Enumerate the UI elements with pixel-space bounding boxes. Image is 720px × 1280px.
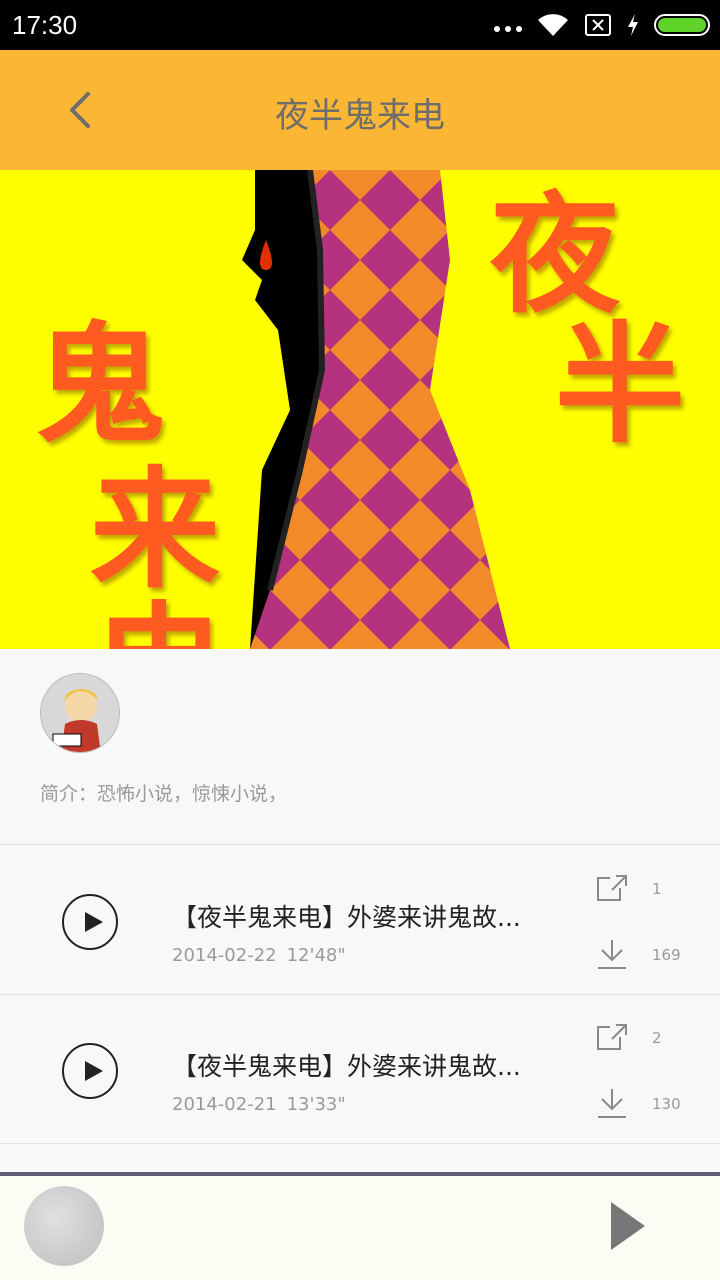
battery-icon [654,14,710,36]
cover-title-char: 来 [90,453,221,606]
cover-title-char: 夜 [490,178,621,331]
download-count: 130 [652,1095,681,1113]
track-duration: 12'48" [286,945,346,966]
status-time: 17:30 [12,10,78,40]
cover-title-char: 半 [555,308,686,461]
download-icon[interactable] [596,1087,628,1119]
more-dots-icon [494,26,522,32]
album-info: 简介：恐怖小说，惊悚小说， [0,649,720,845]
wifi-icon [538,14,568,36]
charging-icon [628,14,638,36]
download-icon[interactable] [596,938,628,970]
mini-player [0,1172,720,1280]
track-date: 2014-02-22 [172,945,277,966]
track-row[interactable]: 【夜半鬼来电】外婆来讲鬼故... 2014-02-21 13'33" 2 130 [0,995,720,1144]
share-count: 2 [652,1029,662,1047]
cover-title-char: 鬼 [35,308,166,461]
page-title: 夜半鬼来电 [275,96,445,136]
player-play-button[interactable] [606,1202,646,1252]
track-title: 【夜半鬼来电】外婆来讲鬼故... [172,903,521,932]
play-button[interactable] [62,1043,118,1099]
status-icons [494,10,710,40]
share-icon[interactable] [596,874,628,902]
track-meta: 2014-02-21 13'33" [172,1094,346,1115]
track-duration: 13'33" [286,1094,346,1115]
no-sim-icon [585,14,611,36]
app-bar: 夜半鬼来电 [0,50,720,170]
author-avatar[interactable] [40,673,120,753]
album-cover: 夜 半 鬼 来 电 [0,170,720,649]
track-list: 【夜半鬼来电】外婆来讲鬼故... 2014-02-22 12'48" 1 169 … [0,846,720,1144]
status-bar: 17:30 [0,0,720,50]
track-row[interactable]: 【夜半鬼来电】外婆来讲鬼故... 2014-02-22 12'48" 1 169 [0,846,720,995]
share-icon[interactable] [596,1023,628,1051]
download-count: 169 [652,946,681,964]
album-intro: 简介：恐怖小说，惊悚小说， [40,783,288,805]
cartoon-avatar-image [41,674,119,752]
track-date: 2014-02-21 [172,1094,277,1115]
play-button[interactable] [62,894,118,950]
track-meta: 2014-02-22 12'48" [172,945,346,966]
share-count: 1 [652,880,662,898]
track-title: 【夜半鬼来电】外婆来讲鬼故... [172,1052,521,1081]
cover-title-char: 电 [95,600,225,650]
player-thumbnail[interactable] [24,1186,104,1266]
